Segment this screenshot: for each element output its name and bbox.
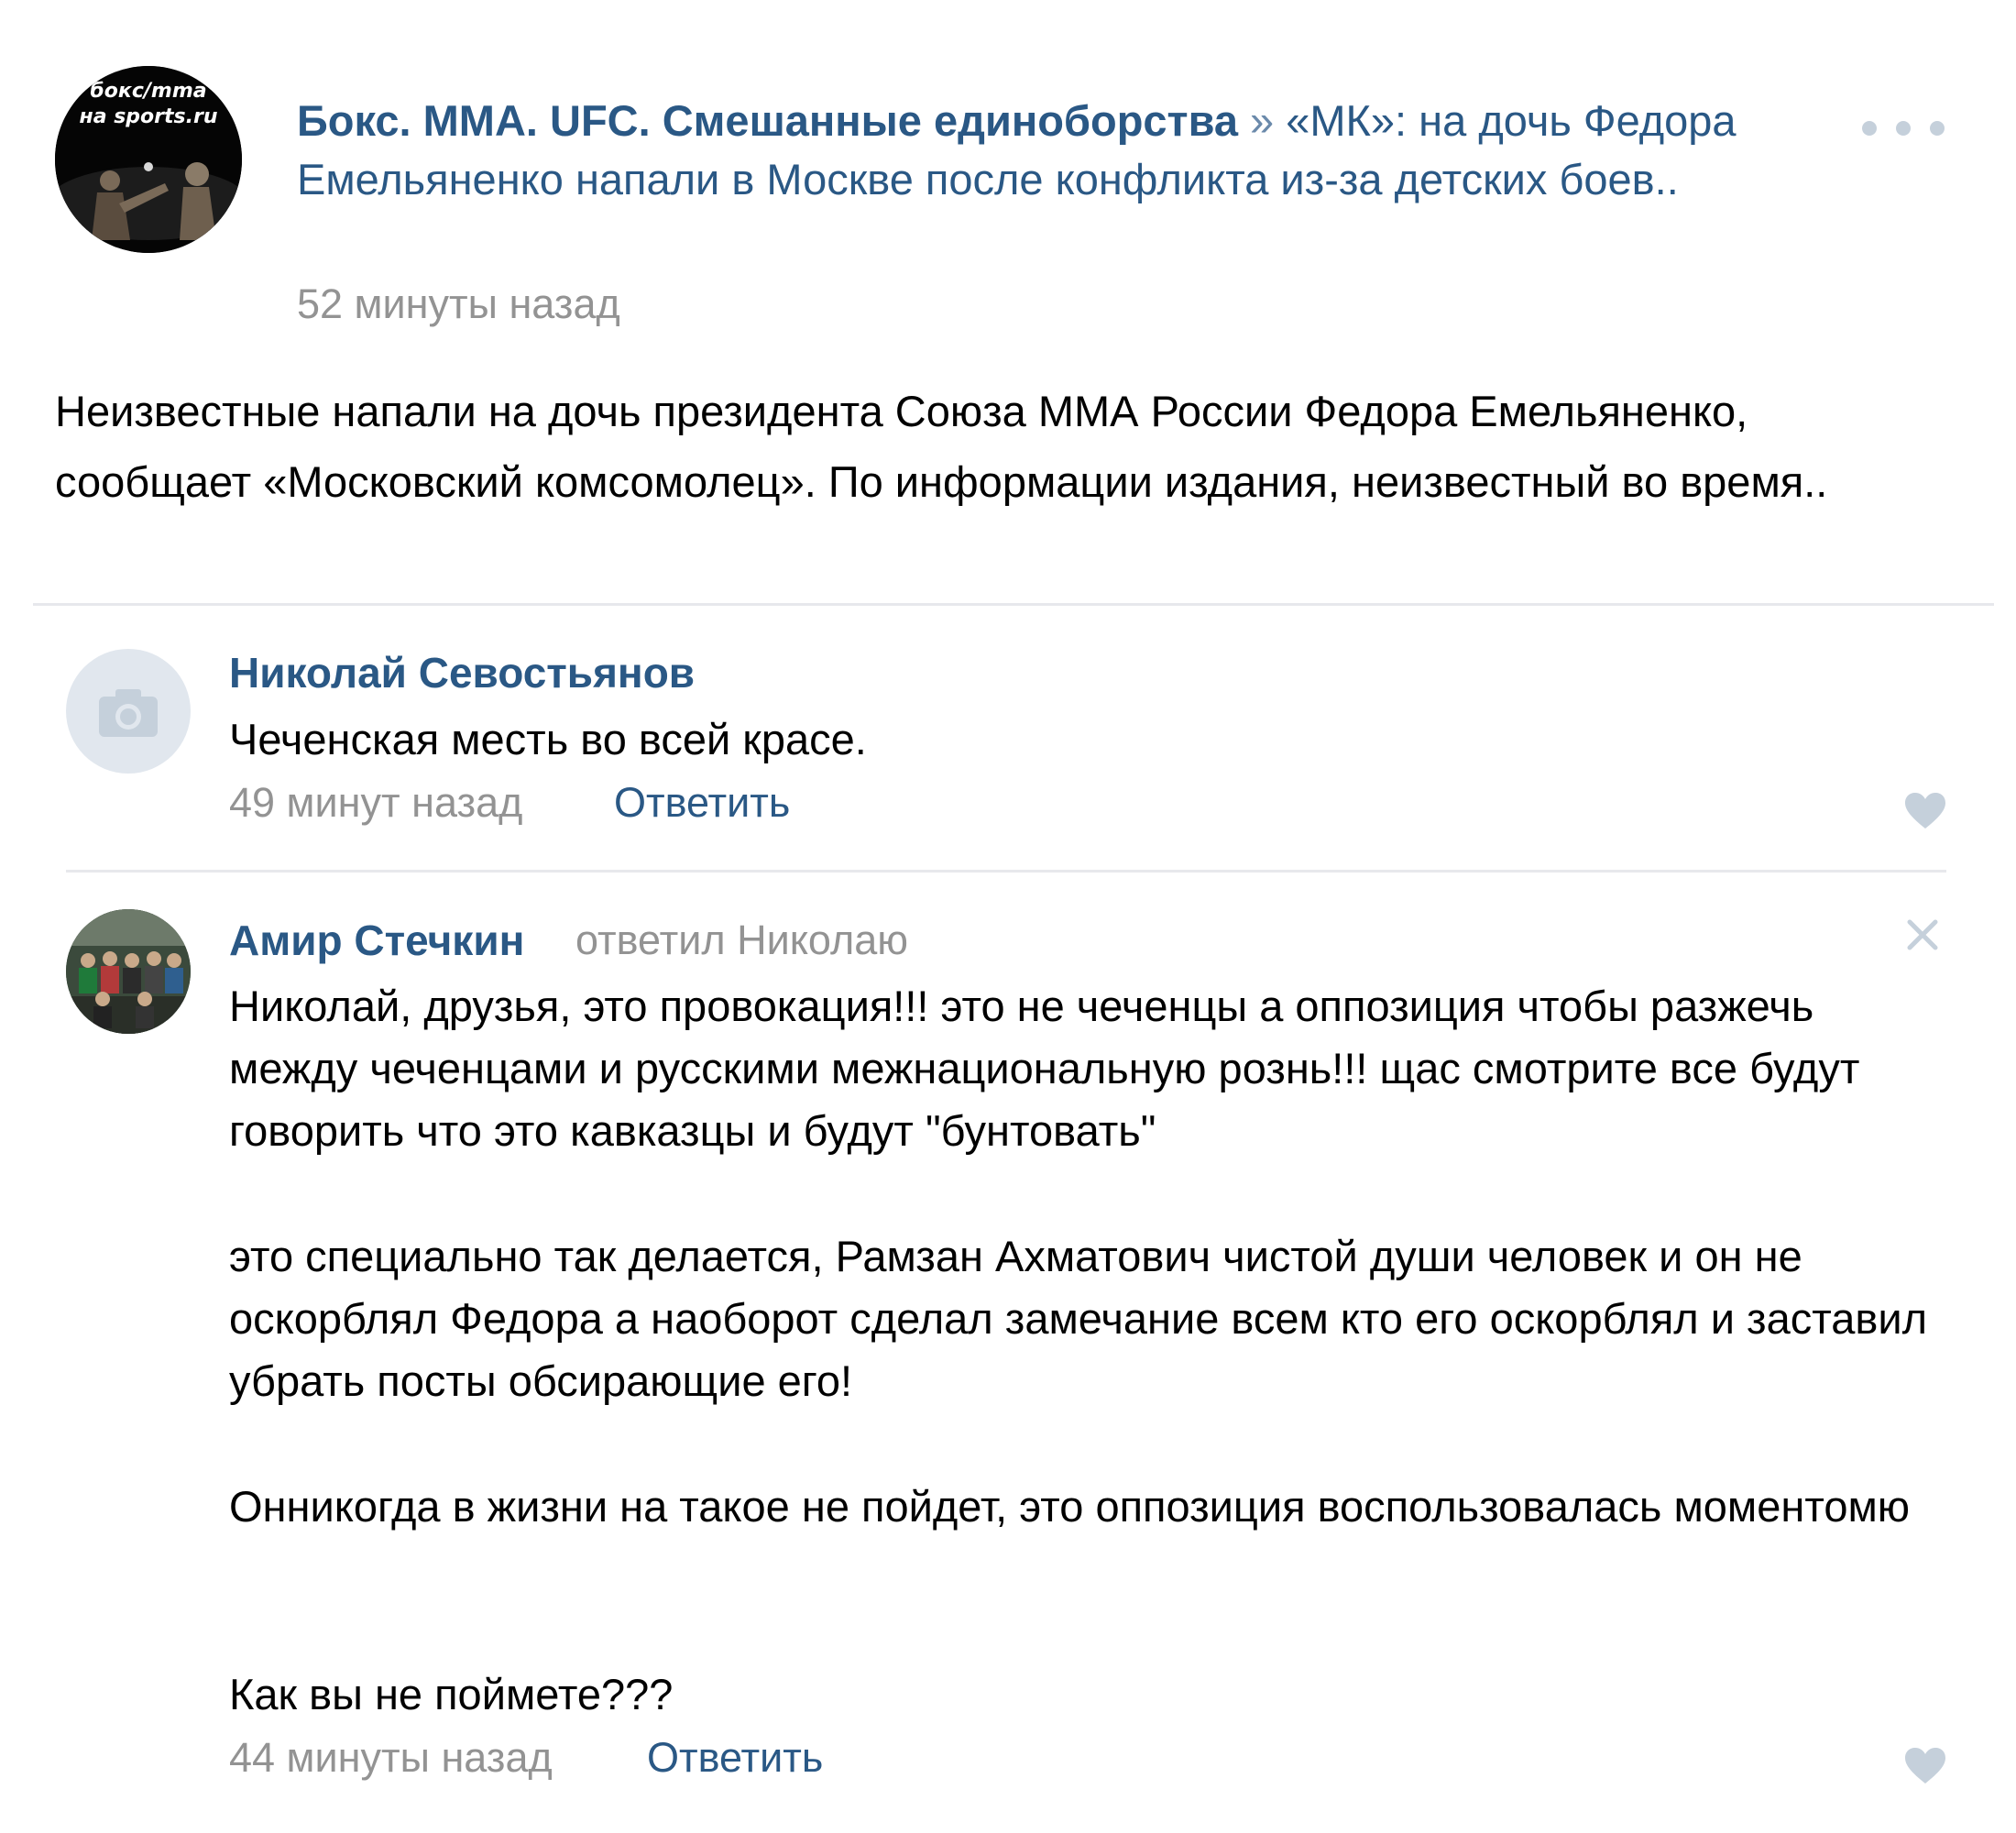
comment-paragraph: Николай, друзья, это провокация!!! это н… (229, 982, 1860, 1155)
post-body: Неизвестные напали на дочь президента Со… (55, 387, 1828, 506)
wall-post: бокс/mma на sports.ru Бокс. MMA. UFC. См… (0, 0, 2016, 1833)
group-name-link[interactable]: Бокс. MMA. UFC. Смешанные единоборства (297, 96, 1238, 145)
comment-time[interactable]: 49 минут назад (229, 775, 522, 830)
group-logo-line-2: на sports.ru (79, 105, 218, 128)
comment-time[interactable]: 44 минуты назад (229, 1730, 553, 1785)
avatar-photo (66, 909, 191, 1034)
group-logo-text: бокс/mma на sports.ru (66, 79, 231, 130)
close-icon[interactable] (1904, 916, 1941, 953)
more-horizontal-icon[interactable] (1862, 117, 1945, 139)
heart-icon[interactable] (1904, 792, 1946, 830)
comment-text: Чеченская месть во всей красе. (229, 715, 867, 763)
group-avatar[interactable]: бокс/mma на sports.ru (55, 66, 242, 253)
comment-paragraph: это специально так делается, Рамзан Ахма… (229, 1232, 1928, 1405)
comment-paragraph: Онникогда в жизни на такое не пойдет, эт… (229, 1482, 1911, 1531)
camera-icon (99, 689, 158, 737)
reply-to-label[interactable]: ответил Николаю (575, 913, 908, 968)
group-logo-line-1: бокс/mma (90, 80, 207, 103)
comment-divider (66, 870, 1946, 873)
comment-avatar[interactable] (66, 649, 191, 774)
reply-button[interactable]: Ответить (647, 1730, 823, 1785)
menu-dot (1862, 121, 1877, 136)
comment-author[interactable]: Николай Севостьянов (229, 645, 695, 700)
menu-dot (1930, 121, 1945, 136)
post-divider (33, 603, 1994, 606)
heart-icon[interactable] (1904, 1747, 1946, 1785)
post-time[interactable]: 52 минуты назад (297, 277, 620, 332)
comment-paragraph: Как вы не поймете??? (229, 1670, 674, 1718)
title-separator: » (1237, 96, 1287, 145)
menu-dot (1896, 121, 1911, 136)
comment-author[interactable]: Амир Стечкин (229, 913, 524, 968)
comment-avatar[interactable] (66, 909, 191, 1034)
reply-button[interactable]: Ответить (614, 775, 790, 830)
post-title: Бокс. MMA. UFC. Смешанные единоборства »… (297, 92, 1800, 209)
